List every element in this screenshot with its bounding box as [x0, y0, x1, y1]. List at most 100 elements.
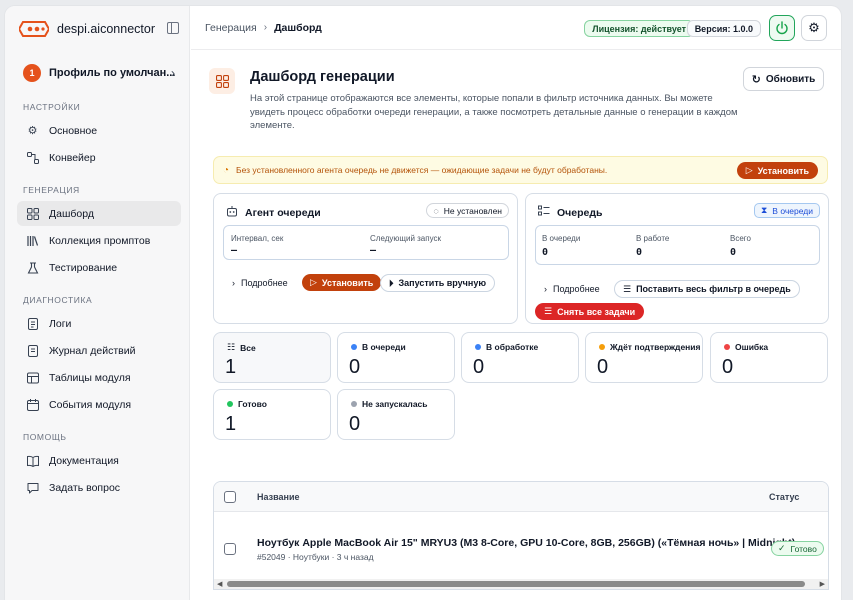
alert-install-label: Установить: [757, 165, 809, 176]
sidebar-item-label: Логи: [49, 317, 72, 330]
tile-label-text: Не запускалась: [362, 399, 428, 409]
status-dot: [227, 401, 233, 407]
status-tile-all[interactable]: ☷ Все 1: [213, 332, 331, 383]
dashed-circle-icon: ◌: [433, 205, 439, 216]
tile-value: 0: [349, 356, 361, 378]
sidebar-item-action-journal[interactable]: Журнал действий: [17, 338, 181, 363]
tile-label: Готово: [227, 399, 267, 409]
enqueue-all-button[interactable]: ☰ Поставить весь фильтр в очередь: [614, 280, 800, 298]
chat-icon: [26, 481, 39, 494]
brand[interactable]: despi.aiconnector: [19, 20, 179, 38]
app-window: despi.aiconnector 1 Профиль по умолчан..…: [5, 6, 841, 600]
agent-install-label: Установить: [321, 277, 374, 288]
status-tile-awaiting-confirmation[interactable]: Ждёт подтверждения 0: [585, 332, 703, 383]
breadcrumb-parent[interactable]: Генерация: [205, 22, 257, 34]
status-tile-queued[interactable]: В очереди 0: [337, 332, 455, 383]
total-label: Всего: [730, 234, 751, 243]
sidebar-item-prompt-collection[interactable]: Коллекция промптов: [17, 228, 181, 253]
queued-label: В очереди: [542, 234, 581, 243]
remove-all-tasks-button[interactable]: ☰ Снять все задачи: [535, 303, 645, 320]
agent-details-toggle[interactable]: › Подробнее: [232, 278, 288, 288]
sidebar-item-documentation[interactable]: Документация: [17, 448, 181, 473]
tile-value: 0: [722, 356, 734, 378]
chevron-right-icon: ›: [544, 284, 547, 294]
agent-status-text: Не установлен: [443, 205, 502, 216]
sidebar-item-pipeline[interactable]: Конвейер: [17, 145, 181, 170]
profile-switcher[interactable]: 1 Профиль по умолчан... ›: [13, 58, 183, 88]
scroll-left-icon[interactable]: ◀: [217, 580, 222, 588]
sidebar-item-module-tables[interactable]: Таблицы модуля: [17, 365, 181, 390]
list-plus-icon: ☰: [623, 283, 632, 294]
sidebar-item-label: Документация: [49, 454, 119, 467]
settings-button[interactable]: ⚙: [801, 15, 827, 41]
license-badge: Лицензия: действует: [584, 20, 694, 37]
next-run-label: Следующий запуск: [370, 234, 441, 243]
dashboard-icon: [209, 68, 235, 94]
topbar: Генерация › Дашборд Лицензия: действует …: [191, 6, 841, 50]
hourglass-icon: ⧗: [760, 205, 768, 215]
section-title-generation: Генерация: [23, 185, 80, 195]
tile-label: В очереди: [351, 342, 406, 352]
run-manually-button[interactable]: ⏵ Запустить вручную: [380, 274, 496, 292]
sidebar-item-testing[interactable]: Тестирование: [17, 255, 181, 280]
status-badge-text: Готово: [790, 543, 817, 554]
scroll-right-icon[interactable]: ▶: [820, 580, 825, 588]
status-tile-done[interactable]: Готово 1: [213, 389, 331, 440]
sidebar-item-label: Дашборд: [49, 207, 94, 220]
agent-status-badge: ◌ Не установлен: [426, 203, 509, 218]
queue-card-title-text: Очередь: [557, 206, 603, 219]
breadcrumb-current: Дашборд: [274, 21, 322, 34]
interval-label: Интервал, сек: [231, 234, 284, 243]
tile-value: 0: [349, 413, 361, 435]
profile-name: Профиль по умолчан...: [49, 67, 176, 79]
tile-value: 0: [473, 356, 485, 378]
status-tile-processing[interactable]: В обработке 0: [461, 332, 579, 383]
bot-icon: [226, 205, 238, 220]
sidebar-item-general[interactable]: ⚙ Основное: [17, 118, 181, 143]
status-dot: [351, 401, 357, 407]
tile-label: ☷ Все: [227, 342, 256, 353]
dashboard-icon: [26, 207, 39, 220]
alert-install-button[interactable]: ▷ Установить: [736, 162, 818, 179]
queue-details-toggle[interactable]: › Подробнее: [544, 284, 600, 294]
agent-card-title-text: Агент очереди: [245, 206, 321, 219]
queue-details-label: Подробнее: [553, 284, 600, 294]
tile-label: В обработке: [475, 342, 538, 352]
play-icon: ▷: [745, 165, 753, 175]
power-icon: [776, 21, 788, 35]
next-run-value: –: [370, 245, 377, 256]
scrollbar-thumb[interactable]: [227, 581, 805, 587]
column-header-status[interactable]: Статус: [769, 492, 799, 502]
tile-label-text: Ошибка: [735, 342, 769, 352]
status-dot: [724, 344, 730, 350]
row-meta: #52049 · Ноутбуки · 3 ч назад: [257, 552, 374, 562]
logs-icon: [26, 317, 39, 330]
sidebar-item-ask-question[interactable]: Задать вопрос: [17, 475, 181, 500]
list-icon: ☷: [227, 342, 236, 352]
select-all-checkbox[interactable]: [224, 491, 236, 503]
status-badge: ✓ Готово: [771, 541, 824, 556]
in-progress-label: В работе: [636, 234, 670, 243]
main-content: Генерация › Дашборд Лицензия: действует …: [191, 6, 841, 600]
row-checkbox[interactable]: [224, 543, 236, 555]
refresh-button[interactable]: ↻ Обновить: [743, 67, 824, 91]
tile-label: Ждёт подтверждения: [599, 342, 701, 352]
queue-card-title: Очередь: [538, 205, 602, 220]
status-tile-error[interactable]: Ошибка 0: [710, 332, 828, 383]
power-button[interactable]: [769, 15, 795, 41]
agent-details-label: Подробнее: [241, 278, 288, 288]
sidebar-item-dashboard[interactable]: Дашборд: [17, 201, 181, 226]
sidebar-item-module-events[interactable]: События модуля: [17, 392, 181, 417]
status-tile-not-started[interactable]: Не запускалась 0: [337, 389, 455, 440]
column-header-name[interactable]: Название: [257, 492, 299, 502]
gear-icon: ⚙: [27, 124, 38, 137]
sidebar-item-logs[interactable]: Логи: [17, 311, 181, 336]
list-x-icon: ☰: [544, 306, 553, 316]
agent-install-button[interactable]: ▷ Установить: [302, 274, 382, 291]
chevron-right-icon: ›: [171, 66, 175, 80]
in-progress-value: 0: [636, 247, 643, 258]
row-title[interactable]: Ноутбук Apple MacBook Air 15" MRYU3 (M3 …: [257, 537, 795, 549]
sidebar-collapse-icon[interactable]: [167, 22, 179, 34]
book-icon: [26, 454, 39, 467]
horizontal-scrollbar[interactable]: ◀ ▶: [214, 579, 828, 589]
